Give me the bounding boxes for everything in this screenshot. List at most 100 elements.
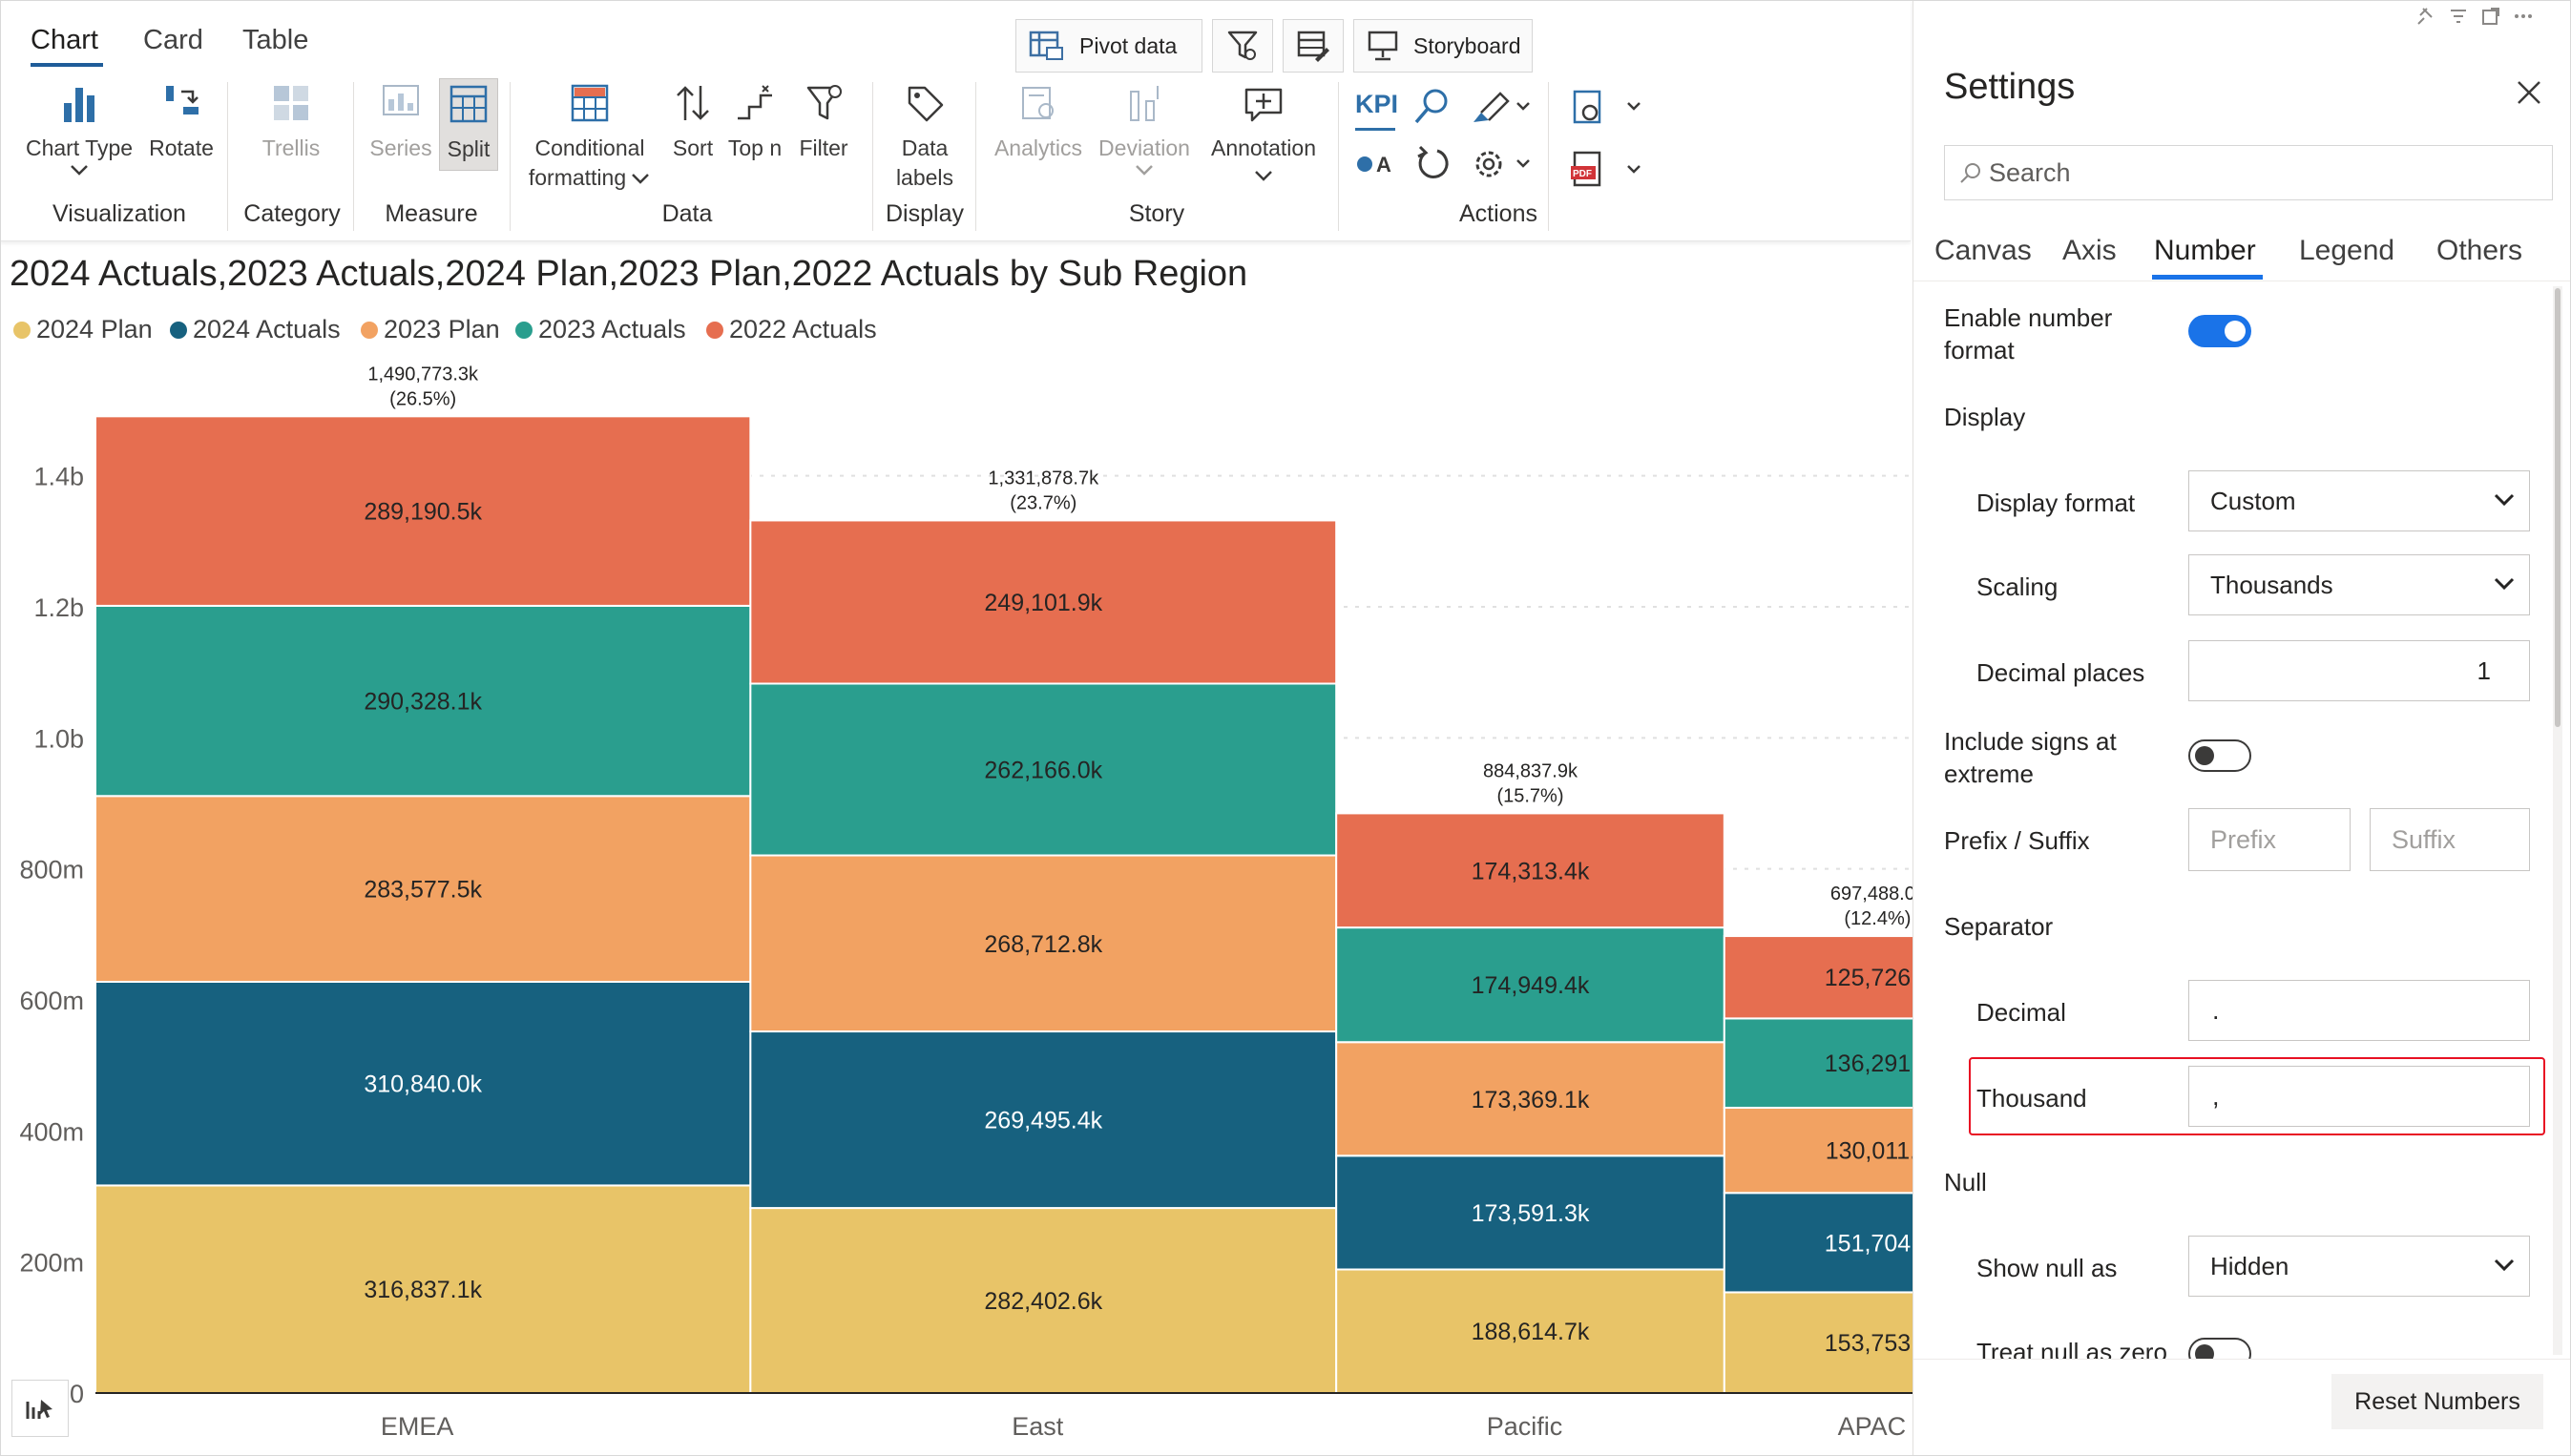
decimal-places-input[interactable]: 1 xyxy=(2188,640,2530,701)
rotate-button[interactable]: Rotate xyxy=(143,82,219,163)
split-label: Split xyxy=(447,136,491,161)
show-null-value: Hidden xyxy=(2210,1251,2289,1280)
reset-icon[interactable] xyxy=(1412,143,1454,185)
export-settings-icon[interactable] xyxy=(1569,86,1645,128)
total-percent-label: (26.5%) xyxy=(389,388,456,409)
filter-lines-icon[interactable] xyxy=(2448,6,2469,27)
total-percent-label: (23.7%) xyxy=(1010,492,1076,513)
storyboard-button[interactable]: Storyboard xyxy=(1353,19,1533,73)
include-signs-label: Include signs at extreme xyxy=(1944,725,2117,790)
show-null-dropdown[interactable]: Hidden xyxy=(2188,1236,2530,1297)
settings-scrollbar-thumb[interactable] xyxy=(2555,288,2561,727)
group-label-measure: Measure xyxy=(385,200,478,227)
tab-chart[interactable]: Chart xyxy=(31,25,98,56)
settings-tab-number[interactable]: Number xyxy=(2154,235,2256,267)
conditional-formatting-icon xyxy=(571,84,609,122)
scaling-dropdown[interactable]: Thousands xyxy=(2188,554,2530,615)
total-percent-label: (15.7%) xyxy=(1496,785,1563,806)
null-heading: Null xyxy=(1944,1168,1987,1196)
thousand-separator-input[interactable]: , xyxy=(2188,1066,2530,1127)
bar-value-label: 282,402.6k xyxy=(984,1288,1102,1315)
legend-item-2024-plan[interactable]: 2024 Plan xyxy=(13,315,153,344)
shape-text-icon[interactable]: A xyxy=(1355,145,1397,183)
trellis-button[interactable]: Trellis xyxy=(239,82,344,163)
analytics-label: Analytics xyxy=(993,135,1083,160)
conditional-formatting-button[interactable]: Conditional formatting xyxy=(523,82,657,193)
settings-tab-legend[interactable]: Legend xyxy=(2299,235,2394,267)
pivot-data-button[interactable]: Pivot data xyxy=(1015,19,1202,73)
legend-dot xyxy=(515,321,533,339)
legend-dot xyxy=(170,321,187,339)
group-label-visualization: Visualization xyxy=(52,200,186,227)
series-button[interactable]: Series xyxy=(366,82,435,163)
reset-numbers-button[interactable]: Reset Numbers xyxy=(2331,1374,2543,1429)
pin-icon[interactable] xyxy=(2415,6,2436,27)
split-icon xyxy=(449,85,488,123)
svg-text:PDF: PDF xyxy=(1573,169,1592,179)
close-icon[interactable] xyxy=(2515,78,2543,107)
annotation-button[interactable]: Annotation xyxy=(1204,82,1323,182)
filter-settings-button[interactable] xyxy=(1212,19,1273,73)
paint-brush-icon[interactable] xyxy=(1468,86,1535,128)
y-tick-label: 200m xyxy=(19,1249,84,1278)
sort-button[interactable]: Sort xyxy=(664,82,721,163)
pdf-export-icon[interactable]: PDF xyxy=(1569,149,1645,191)
settings-tab-canvas[interactable]: Canvas xyxy=(1934,235,2032,267)
prefix-input[interactable]: Prefix xyxy=(2188,808,2351,871)
scaling-value: Thousands xyxy=(2210,570,2333,599)
data-labels-button[interactable]: Data labels xyxy=(882,82,968,193)
chevron-down-icon xyxy=(1136,165,1153,176)
gear-icon[interactable] xyxy=(1468,143,1535,185)
legend-label: 2024 Plan xyxy=(36,315,153,343)
legend-item-2023-plan[interactable]: 2023 Plan xyxy=(361,315,500,344)
tab-card[interactable]: Card xyxy=(143,25,203,56)
include-signs-toggle[interactable] xyxy=(2188,739,2251,772)
more-options-icon[interactable] xyxy=(2513,6,2534,27)
bar-value-label: 173,591.3k xyxy=(1472,1200,1590,1227)
decimal-places-value: 1 xyxy=(2477,655,2491,685)
chevron-down-icon xyxy=(71,165,88,176)
annotation-icon xyxy=(1244,88,1283,122)
filter-label: Filter xyxy=(799,135,848,160)
settings-tab-others[interactable]: Others xyxy=(2436,235,2522,267)
ribbon-toolbar: Chart Card Table Pivot data Storyboard C… xyxy=(0,0,1911,241)
suffix-input[interactable]: Suffix xyxy=(2370,808,2530,871)
bar-value-label: 289,190.5k xyxy=(364,499,482,526)
chart-type-button[interactable]: Chart Type xyxy=(17,82,141,177)
rotate-label: Rotate xyxy=(149,135,214,160)
treat-null-toggle[interactable] xyxy=(2188,1338,2251,1359)
ribbon-separator xyxy=(1338,82,1339,231)
bar-value-label: 268,712.8k xyxy=(984,931,1102,958)
chevron-down-icon xyxy=(2494,493,2515,507)
bar-value-label: 310,840.0k xyxy=(364,1071,482,1098)
ribbon-separator xyxy=(1548,82,1549,231)
settings-search-box[interactable]: Search xyxy=(1944,145,2553,200)
kpi-button[interactable]: KPI xyxy=(1355,90,1398,131)
settings-tab-axis[interactable]: Axis xyxy=(2062,235,2117,267)
top-n-button[interactable]: Top n xyxy=(721,82,788,163)
ribbon-separator xyxy=(353,82,354,231)
filter-button[interactable]: Filter xyxy=(792,82,855,163)
table-edit-button[interactable] xyxy=(1283,19,1344,73)
split-button[interactable]: Split xyxy=(439,78,498,171)
tab-table[interactable]: Table xyxy=(242,25,308,56)
storyboard-icon xyxy=(1368,31,1398,61)
deviation-button[interactable]: Deviation xyxy=(1092,82,1197,177)
display-format-dropdown[interactable]: Custom xyxy=(2188,470,2530,531)
y-tick-label: 1.2b xyxy=(33,593,84,622)
enable-number-format-toggle[interactable] xyxy=(2188,315,2251,347)
bar-value-label: 173,369.1k xyxy=(1472,1087,1590,1113)
decimal-separator-input[interactable]: . xyxy=(2188,980,2530,1041)
display-format-value: Custom xyxy=(2210,486,2296,515)
legend-item-2023-actuals[interactable]: 2023 Actuals xyxy=(515,315,686,344)
legend-item-2022-actuals[interactable]: 2022 Actuals xyxy=(706,315,877,344)
y-tick-label: 1.0b xyxy=(33,724,84,753)
treat-null-row-clip: Treat null as zero xyxy=(1913,1326,2551,1359)
cursor-chart-icon xyxy=(26,1400,52,1419)
chart-options-button[interactable] xyxy=(11,1380,69,1437)
bar-value-label: 249,101.9k xyxy=(984,590,1102,616)
analytics-button[interactable]: Analytics xyxy=(989,82,1088,163)
magnifier-icon[interactable] xyxy=(1411,86,1453,128)
expand-icon[interactable] xyxy=(2480,6,2501,27)
legend-item-2024-actuals[interactable]: 2024 Actuals xyxy=(170,315,341,344)
